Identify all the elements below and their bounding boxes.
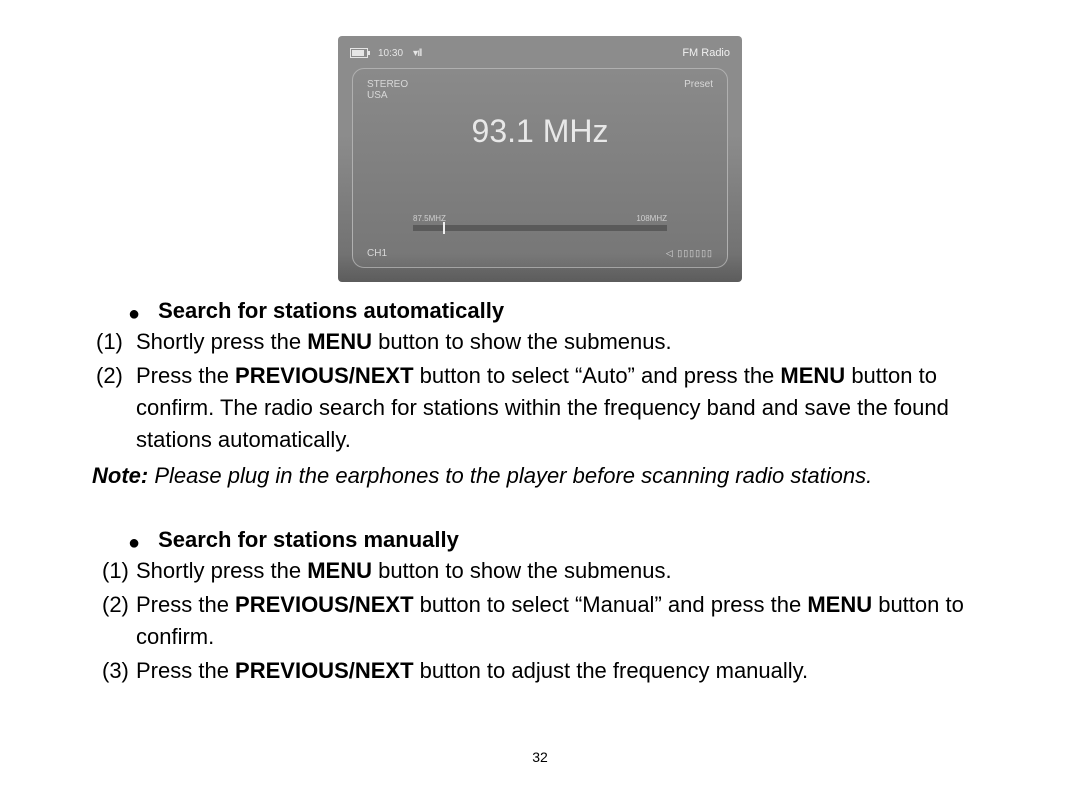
radio-screenshot: 10:30 ▾ıll FM Radio STEREO USA Preset 93… (338, 36, 742, 282)
bullet-icon: ● (128, 533, 140, 553)
figure-wrap: 10:30 ▾ıll FM Radio STEREO USA Preset 93… (92, 36, 988, 282)
radio-title: FM Radio (682, 47, 730, 59)
section1-heading: ● Search for stations automatically (92, 298, 988, 324)
item-text: Press the PREVIOUS/NEXT button to select… (136, 360, 988, 456)
item-number: (1) (92, 555, 136, 587)
list-item: (2) Press the PREVIOUS/NEXT button to se… (92, 589, 988, 653)
dial-max: 108MHZ (636, 214, 667, 223)
list-item: (1) Shortly press the MENU button to sho… (92, 326, 988, 358)
radio-frequency: 93.1 MHz (353, 113, 727, 150)
battery-icon (350, 48, 368, 58)
item-text: Shortly press the MENU button to show th… (136, 555, 988, 587)
section2-heading: ● Search for stations manually (92, 527, 988, 553)
radio-stereo: STEREO (367, 79, 408, 90)
item-number: (2) (92, 589, 136, 653)
section1-title: Search for stations automatically (158, 298, 504, 324)
note-body: Please plug in the earphones to the play… (148, 463, 872, 488)
note: Note: Please plug in the earphones to th… (92, 460, 988, 492)
dial-min: 87.5MHZ (413, 214, 446, 223)
item-text: Press the PREVIOUS/NEXT button to select… (136, 589, 988, 653)
note-label: Note: (92, 463, 148, 488)
section2-list: (1) Shortly press the MENU button to sho… (92, 555, 988, 687)
section1-list: (1) Shortly press the MENU button to sho… (92, 326, 988, 456)
bullet-icon: ● (128, 304, 140, 324)
radio-preset: Preset (684, 79, 713, 101)
list-item: (2) Press the PREVIOUS/NEXT button to se… (92, 360, 988, 456)
list-item: (1) Shortly press the MENU button to sho… (92, 555, 988, 587)
item-number: (3) (92, 655, 136, 687)
list-item: (3) Press the PREVIOUS/NEXT button to ad… (92, 655, 988, 687)
radio-dial: 87.5MHZ 108MHZ (413, 214, 667, 231)
radio-region: USA (367, 90, 408, 101)
radio-top-left: STEREO USA (367, 79, 408, 101)
radio-panel: STEREO USA Preset 93.1 MHz 87.5MHZ 108MH… (352, 68, 728, 268)
item-text: Shortly press the MENU button to show th… (136, 326, 988, 358)
page-number: 32 (0, 749, 1080, 765)
item-number: (2) (92, 360, 136, 456)
item-text: Press the PREVIOUS/NEXT button to adjust… (136, 655, 988, 687)
signal-icon: ▾ıll (413, 48, 421, 59)
radio-statusbar: 10:30 ▾ıll FM Radio (338, 36, 742, 64)
item-number: (1) (92, 326, 136, 358)
radio-time: 10:30 (378, 48, 403, 59)
section2-title: Search for stations manually (158, 527, 459, 553)
